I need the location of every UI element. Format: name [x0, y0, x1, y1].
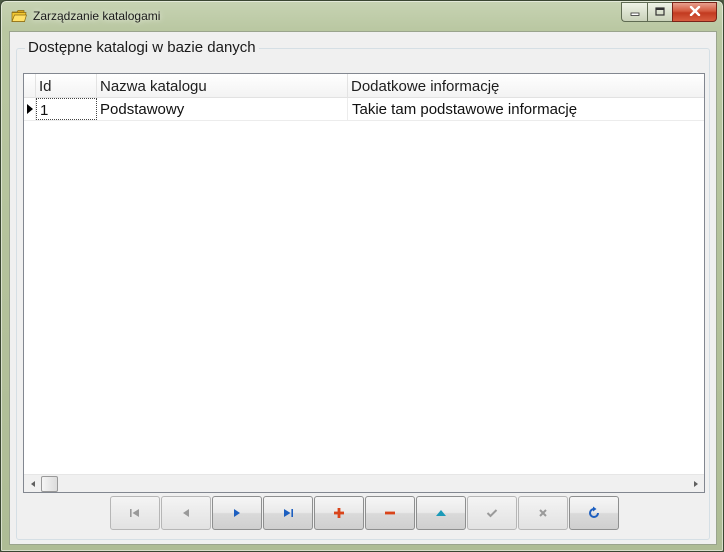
next-record-button[interactable]	[212, 496, 262, 530]
last-icon	[281, 508, 295, 518]
caption-buttons	[621, 2, 717, 22]
close-button[interactable]	[672, 2, 717, 22]
next-icon	[231, 508, 243, 518]
catalogs-grid[interactable]: Id Nazwa katalogu Dodatkowe informację 1…	[23, 73, 705, 493]
scroll-thumb[interactable]	[41, 476, 58, 492]
first-record-button[interactable]	[110, 496, 160, 530]
scroll-right-button[interactable]	[687, 475, 704, 492]
maximize-button[interactable]	[647, 2, 672, 22]
current-row-arrow-icon	[27, 104, 33, 114]
catalogs-groupbox: Dostępne katalogi w bazie danych Id Nazw…	[16, 39, 710, 540]
cancel-icon	[538, 508, 548, 518]
column-header-name[interactable]: Nazwa katalogu	[97, 74, 348, 97]
row-indicator-header	[24, 74, 36, 97]
cell-name[interactable]: Podstawowy	[97, 98, 348, 120]
post-record-button[interactable]	[467, 496, 517, 530]
minimize-icon	[630, 3, 640, 21]
client-area: Dostępne katalogi w bazie danych Id Nazw…	[9, 31, 717, 545]
delete-record-button[interactable]	[365, 496, 415, 530]
scroll-left-icon	[30, 480, 35, 487]
maximize-icon	[655, 3, 665, 21]
minus-icon	[384, 507, 396, 519]
scroll-right-icon	[693, 480, 698, 487]
window: Zarządzanie katalogami Dostępne katalogi…	[0, 0, 724, 552]
prior-record-button[interactable]	[161, 496, 211, 530]
plus-icon	[333, 507, 345, 519]
window-title: Zarządzanie katalogami	[33, 9, 161, 23]
refresh-icon	[587, 506, 601, 520]
prior-icon	[180, 508, 192, 518]
column-header-id[interactable]: Id	[36, 74, 97, 97]
cell-info[interactable]: Takie tam podstawowe informację	[348, 98, 704, 120]
edit-up-icon	[435, 508, 447, 518]
horizontal-scrollbar[interactable]	[24, 474, 704, 492]
edit-record-button[interactable]	[416, 496, 466, 530]
scroll-left-button[interactable]	[24, 475, 41, 492]
table-row[interactable]: 1 Podstawowy Takie tam podstawowe inform…	[24, 98, 704, 121]
cancel-record-button[interactable]	[518, 496, 568, 530]
cell-id[interactable]: 1	[36, 98, 97, 120]
column-header-info[interactable]: Dodatkowe informację	[348, 74, 704, 97]
last-record-button[interactable]	[263, 496, 313, 530]
folder-icon	[11, 9, 27, 23]
refresh-record-button[interactable]	[569, 496, 619, 530]
close-icon	[689, 3, 701, 21]
title-bar[interactable]: Zarządzanie katalogami	[1, 1, 723, 31]
check-icon	[486, 508, 498, 518]
insert-record-button[interactable]	[314, 496, 364, 530]
groupbox-title: Dostępne katalogi w bazie danych	[25, 39, 259, 56]
grid-header: Id Nazwa katalogu Dodatkowe informację	[24, 74, 704, 98]
row-indicator	[24, 98, 36, 120]
db-navigator	[110, 496, 620, 531]
first-icon	[128, 508, 142, 518]
minimize-button[interactable]	[621, 2, 647, 22]
